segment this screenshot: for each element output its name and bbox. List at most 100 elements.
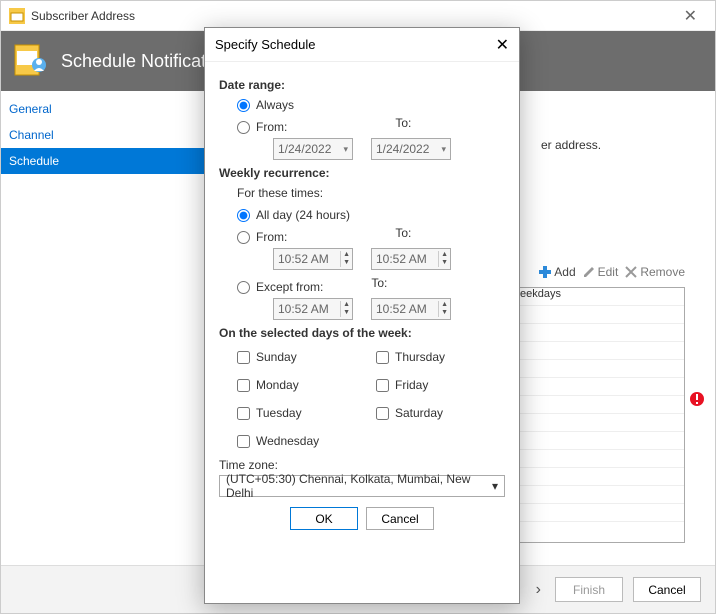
close-icon[interactable]: ✕ — [674, 6, 707, 26]
tuesday-label: Tuesday — [256, 406, 302, 420]
close-icon[interactable]: ✕ — [496, 35, 509, 55]
timezone-value: (UTC+05:30) Chennai, Kolkata, Mumbai, Ne… — [226, 472, 492, 500]
wednesday-checkbox[interactable]: Wednesday — [237, 434, 366, 448]
checkbox-input[interactable] — [237, 351, 250, 364]
thursday-label: Thursday — [395, 350, 445, 364]
except-to-spinner[interactable]: 10:52 AM ▲▼ — [371, 298, 451, 320]
checkbox-input[interactable] — [376, 379, 389, 392]
plus-icon — [538, 265, 552, 279]
days-heading: On the selected days of the week: — [219, 326, 505, 340]
weekly-subheading: For these times: — [237, 186, 505, 200]
spinner-arrows[interactable]: ▲▼ — [340, 251, 352, 267]
to-date-picker[interactable]: 1/24/2022 ▾ — [371, 138, 451, 160]
always-option[interactable]: Always — [237, 98, 505, 112]
except-from-radio[interactable] — [237, 281, 250, 294]
edit-label: Edit — [598, 265, 619, 279]
specify-schedule-dialog: Specify Schedule ✕ Date range: Always Fr… — [204, 27, 520, 604]
list-item — [516, 396, 684, 414]
checkbox-input[interactable] — [376, 351, 389, 364]
except-from-label: Except from: — [256, 280, 323, 294]
tuesday-checkbox[interactable]: Tuesday — [237, 406, 366, 420]
saturday-label: Saturday — [395, 406, 443, 420]
thursday-checkbox[interactable]: Thursday — [376, 350, 505, 364]
from-date-label: From: — [256, 120, 287, 134]
to-time-value: 10:52 AM — [376, 252, 427, 266]
dialog-title: Specify Schedule — [215, 37, 315, 52]
list-item — [516, 486, 684, 504]
saturday-checkbox[interactable]: Saturday — [376, 406, 505, 420]
to-time-label: To: — [395, 226, 411, 248]
dialog-body: Date range: Always From: To: 1/24/2022 — [205, 62, 519, 546]
spinner-arrows[interactable]: ▲▼ — [438, 251, 450, 267]
from-time-label: From: — [256, 230, 287, 244]
list-item[interactable]: eekdays — [516, 288, 684, 306]
ok-button[interactable]: OK — [290, 507, 358, 530]
cancel-button[interactable]: Cancel — [633, 577, 701, 602]
list-item — [516, 360, 684, 378]
except-to-label: To: — [371, 276, 387, 298]
monday-checkbox[interactable]: Monday — [237, 378, 366, 392]
from-date-radio[interactable] — [237, 121, 250, 134]
friday-checkbox[interactable]: Friday — [376, 378, 505, 392]
checkbox-input[interactable] — [237, 435, 250, 448]
banner-title: Schedule Notificat — [61, 51, 206, 72]
add-button[interactable]: Add — [538, 265, 575, 279]
checkbox-input[interactable] — [237, 407, 250, 420]
to-date-label: To: — [395, 116, 411, 138]
timezone-select[interactable]: (UTC+05:30) Chennai, Kolkata, Mumbai, Ne… — [219, 475, 505, 497]
sunday-label: Sunday — [256, 350, 297, 364]
remove-button[interactable]: Remove — [624, 265, 685, 279]
from-time-radio[interactable] — [237, 231, 250, 244]
from-time-spinner[interactable]: 10:52 AM ▲▼ — [273, 248, 353, 270]
schedule-list[interactable]: eekdays — [515, 287, 685, 543]
list-item — [516, 450, 684, 468]
remove-label: Remove — [640, 265, 685, 279]
all-day-option[interactable]: All day (24 hours) — [237, 208, 505, 222]
sidebar-item-general[interactable]: General — [1, 96, 210, 122]
sidebar-item-channel[interactable]: Channel — [1, 122, 210, 148]
date-range-heading: Date range: — [219, 78, 505, 92]
finish-button[interactable]: Finish — [555, 577, 623, 602]
from-date-picker[interactable]: 1/24/2022 ▾ — [273, 138, 353, 160]
always-label: Always — [256, 98, 294, 112]
monday-label: Monday — [256, 378, 299, 392]
app-icon — [9, 8, 25, 24]
checkbox-input[interactable] — [237, 379, 250, 392]
to-time-spinner[interactable]: 10:52 AM ▲▼ — [371, 248, 451, 270]
sunday-checkbox[interactable]: Sunday — [237, 350, 366, 364]
list-item — [516, 342, 684, 360]
spinner-arrows[interactable]: ▲▼ — [340, 301, 352, 317]
except-to-value: 10:52 AM — [376, 302, 427, 316]
add-label: Add — [554, 265, 575, 279]
cancel-button[interactable]: Cancel — [366, 507, 434, 530]
list-item — [516, 324, 684, 342]
hint-text-partial: er address. — [541, 138, 601, 152]
wednesday-label: Wednesday — [256, 434, 319, 448]
sidebar-item-schedule[interactable]: Schedule — [1, 148, 210, 174]
window-title: Subscriber Address — [31, 9, 674, 23]
all-day-radio[interactable] — [237, 209, 250, 222]
spinner-arrows[interactable]: ▲▼ — [438, 301, 450, 317]
all-day-label: All day (24 hours) — [256, 208, 350, 222]
except-from-spinner[interactable]: 10:52 AM ▲▼ — [273, 298, 353, 320]
delete-icon — [624, 265, 638, 279]
to-date-value: 1/24/2022 — [376, 142, 429, 156]
list-item — [516, 414, 684, 432]
next-icon[interactable]: › — [532, 581, 545, 599]
chevron-down-icon: ▾ — [492, 479, 498, 493]
from-date-option[interactable]: From: — [237, 120, 287, 134]
error-icon — [689, 391, 705, 407]
list-item — [516, 432, 684, 450]
always-radio[interactable] — [237, 99, 250, 112]
from-time-option[interactable]: From: — [237, 230, 287, 244]
from-date-value: 1/24/2022 — [278, 142, 331, 156]
except-from-option[interactable]: Except from: — [237, 280, 323, 294]
chevron-down-icon: ▾ — [441, 144, 446, 155]
list-item — [516, 378, 684, 396]
edit-button[interactable]: Edit — [582, 265, 619, 279]
subscriber-address-window: Subscriber Address ✕ Schedule Notificat … — [0, 0, 716, 614]
friday-label: Friday — [395, 378, 428, 392]
action-buttons: Add Edit Remove — [538, 265, 685, 279]
dialog-title-bar: Specify Schedule ✕ — [205, 28, 519, 62]
checkbox-input[interactable] — [376, 407, 389, 420]
